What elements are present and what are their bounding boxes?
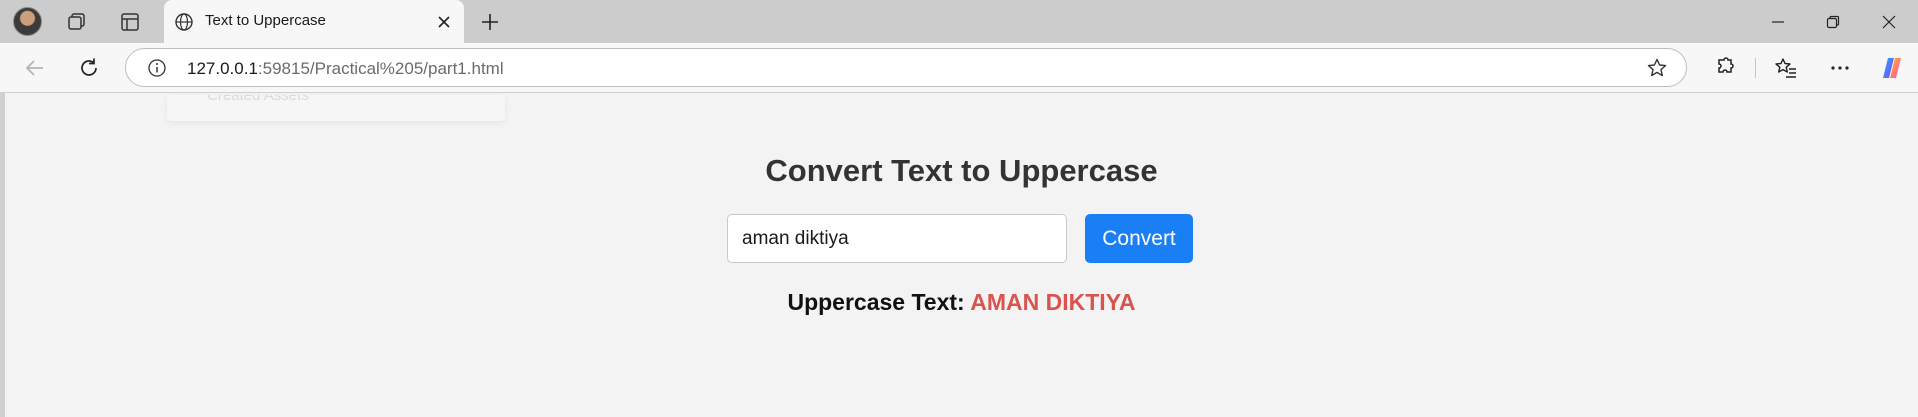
convert-button[interactable]: Convert: [1085, 214, 1193, 263]
info-icon[interactable]: [146, 57, 168, 79]
result-label: Uppercase Text:: [787, 289, 965, 315]
copilot-icon[interactable]: [1878, 54, 1906, 82]
plus-icon[interactable]: [478, 10, 502, 34]
toolbar: 127.0.0.1:59815/Practical%205/part1.html: [0, 43, 1918, 92]
more-icon[interactable]: [1826, 54, 1854, 82]
url-path: :59815/Practical%205/part1.html: [257, 59, 504, 78]
tab-actions-icon[interactable]: [119, 11, 141, 33]
page-title: Convert Text to Uppercase: [765, 153, 1158, 188]
tab-active[interactable]: Text to Uppercase: [164, 0, 464, 43]
text-input[interactable]: [727, 214, 1067, 263]
toolbar-divider: [1755, 58, 1756, 78]
restore-icon[interactable]: [1820, 9, 1846, 35]
refresh-icon[interactable]: [75, 54, 103, 82]
close-icon[interactable]: [432, 10, 456, 34]
star-icon[interactable]: [1645, 56, 1669, 80]
minimize-icon[interactable]: [1765, 9, 1791, 35]
globe-icon: [173, 11, 195, 33]
favorites-icon[interactable]: [1772, 54, 1800, 82]
extensions-icon[interactable]: [1710, 54, 1738, 82]
tab-strip: Text to Uppercase: [0, 0, 1918, 43]
profile-avatar[interactable]: [13, 7, 42, 36]
url-text[interactable]: 127.0.0.1:59815/Practical%205/part1.html: [187, 59, 504, 79]
workspaces-icon[interactable]: [66, 11, 88, 33]
result-line: Uppercase Text: AMAN DIKTIYA: [5, 289, 1918, 316]
page-viewport: Created Assets Convert Text to Uppercase…: [5, 93, 1918, 417]
url-host: 127.0.0.1: [187, 59, 258, 78]
window-close-icon[interactable]: [1876, 9, 1902, 35]
back-icon[interactable]: [21, 54, 49, 82]
overlay-popup-text: Created Assets: [207, 95, 309, 104]
overlay-popup-remnant: Created Assets: [167, 95, 505, 121]
address-bar[interactable]: 127.0.0.1:59815/Practical%205/part1.html: [125, 48, 1687, 87]
tab-title: Text to Uppercase: [205, 12, 326, 29]
result-value: AMAN DIKTIYA: [970, 289, 1136, 315]
